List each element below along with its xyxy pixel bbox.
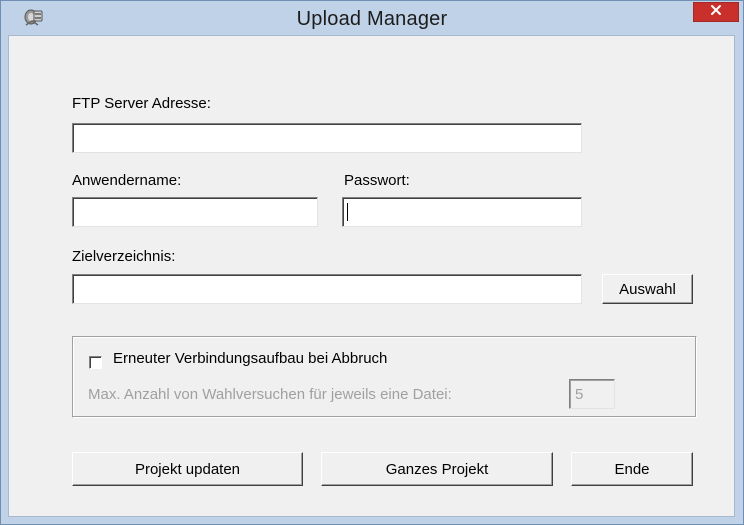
reconnect-checkbox[interactable] [89, 356, 102, 369]
reconnect-group: Erneuter Verbindungsaufbau bei Abbruch M… [72, 336, 697, 418]
close-icon [710, 3, 722, 21]
project-update-button[interactable]: Projekt updaten [72, 452, 303, 486]
text-caret [347, 203, 348, 221]
password-input[interactable] [342, 197, 582, 227]
full-project-button[interactable]: Ganzes Projekt [321, 452, 553, 486]
max-attempts-label: Max. Anzahl von Wahlversuchen für jeweil… [88, 386, 452, 403]
dialog-body: FTP Server Adresse: Anwendername: Passwo… [8, 35, 735, 517]
window-title: Upload Manager [296, 8, 448, 30]
max-attempts-input[interactable]: 5 [569, 379, 615, 409]
username-label: Anwendername: [72, 172, 182, 189]
reconnect-checkbox-label[interactable]: Erneuter Verbindungsaufbau bei Abbruch [113, 350, 387, 367]
end-button[interactable]: Ende [571, 452, 693, 486]
title-bar[interactable]: Upload Manager [1, 1, 743, 35]
target-directory-input[interactable] [72, 274, 582, 304]
close-button[interactable] [693, 2, 739, 22]
username-input[interactable] [72, 197, 318, 227]
target-directory-label: Zielverzeichnis: [72, 248, 176, 265]
browse-button[interactable]: Auswahl [602, 274, 693, 304]
upload-manager-window: Upload Manager FTP Server Adresse: Anwen… [0, 0, 744, 525]
ftp-server-label: FTP Server Adresse: [72, 95, 211, 112]
ftp-server-input[interactable] [72, 123, 582, 153]
password-label: Passwort: [344, 172, 410, 189]
